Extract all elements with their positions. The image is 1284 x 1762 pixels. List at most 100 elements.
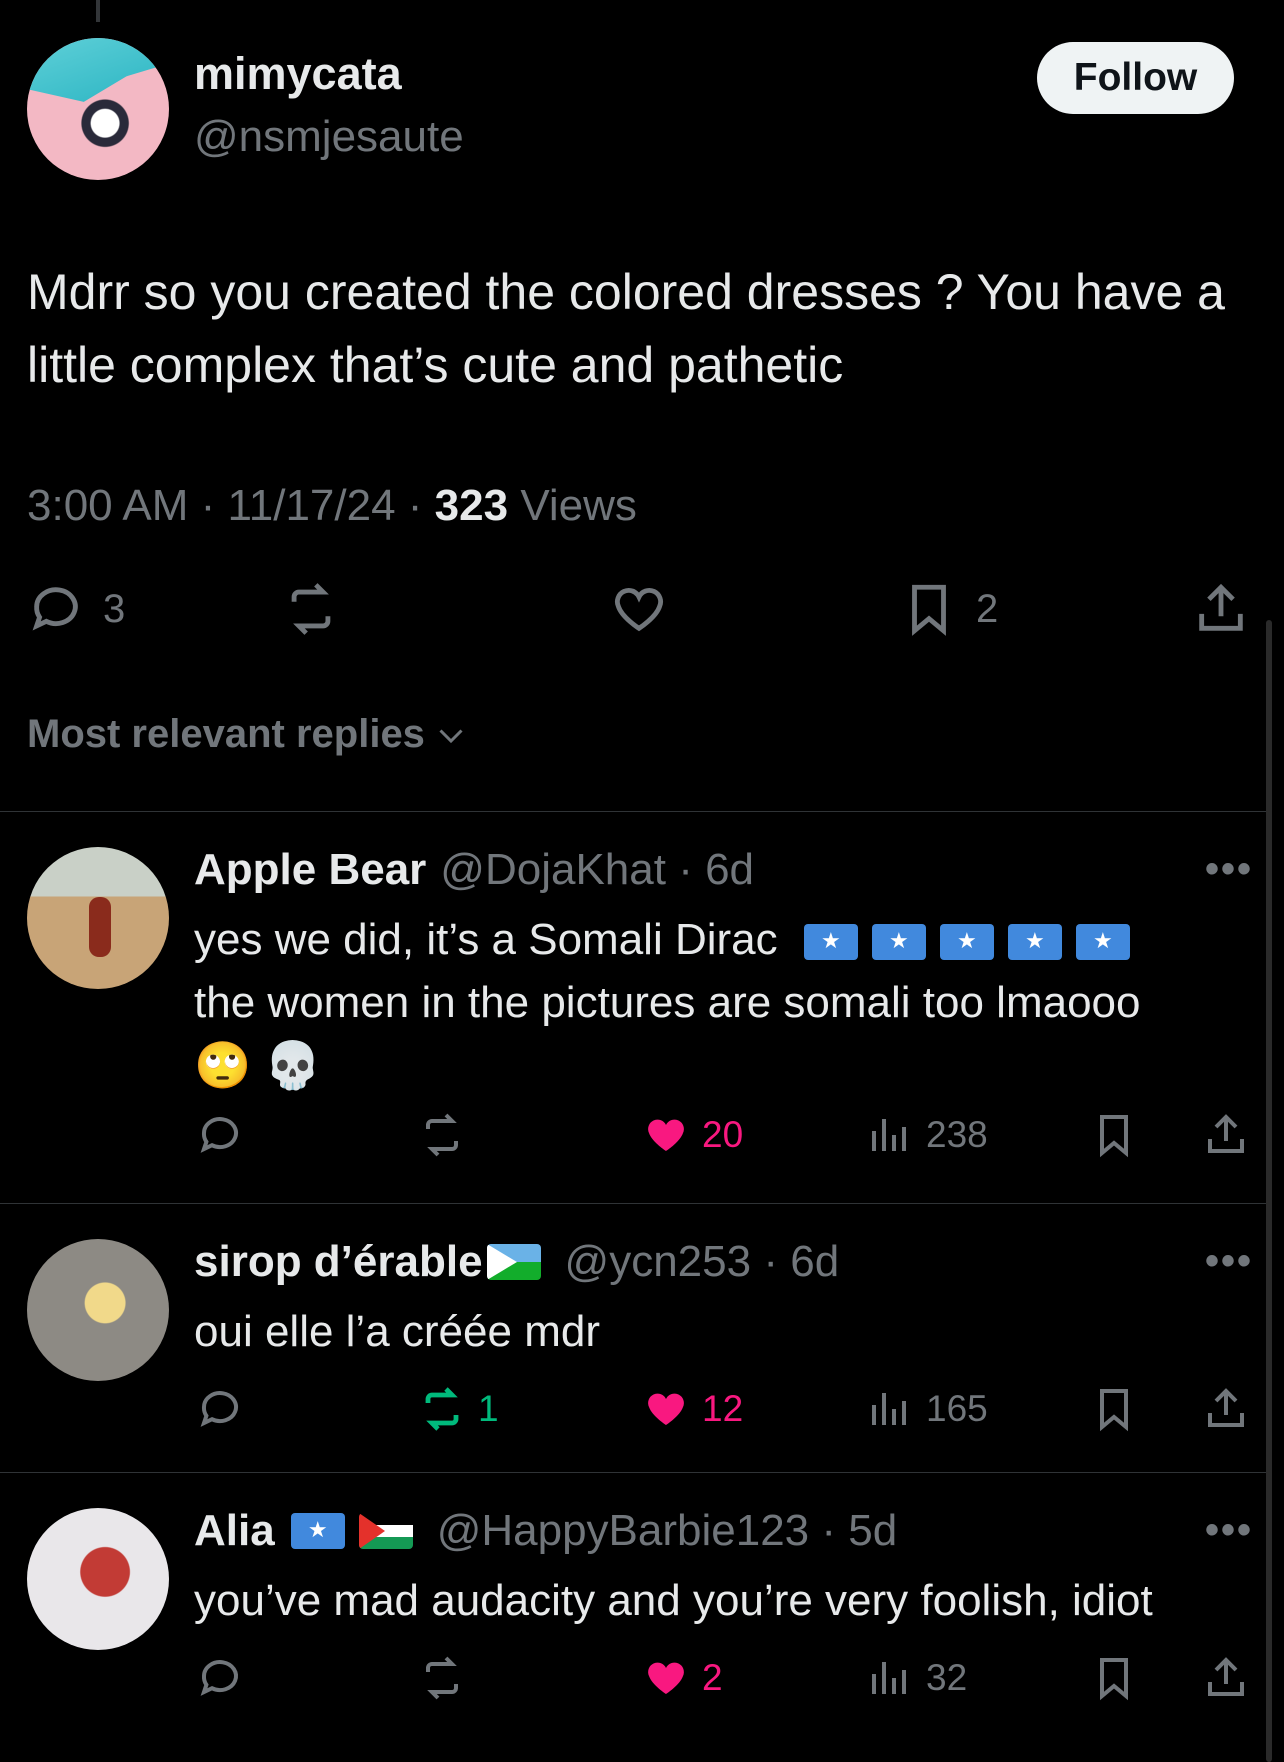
like-button[interactable] [610, 580, 668, 638]
divider [0, 1203, 1270, 1204]
reply-header: Alia @HappyBarbie123 · 5d [194, 1506, 897, 1556]
reply-text: you’ve mad audacity and you’re very fool… [194, 1576, 1153, 1625]
share-icon [1208, 1657, 1244, 1696]
share-button[interactable] [1202, 1111, 1250, 1159]
share-button[interactable] [1192, 580, 1250, 638]
reply-count: 3 [103, 586, 126, 631]
reply-author-name[interactable]: Apple Bear [194, 845, 426, 895]
heart-filled-icon [648, 1119, 684, 1151]
view-count: 165 [926, 1388, 988, 1429]
bookmark-icon [1100, 1115, 1128, 1158]
reply-author-name[interactable]: Alia [194, 1506, 275, 1556]
reply-avatar[interactable] [27, 1239, 169, 1381]
tweet-time[interactable]: 3:00 AM [27, 481, 188, 530]
like-count: 20 [702, 1114, 744, 1155]
bookmark-icon [1100, 1658, 1128, 1701]
like-button[interactable]: 2 [642, 1654, 723, 1702]
share-icon [1199, 583, 1243, 631]
divider [0, 1472, 1270, 1473]
reply-actions: 20 238 [0, 1111, 1270, 1161]
scrollbar[interactable] [1266, 620, 1272, 1762]
repost-button[interactable]: 1 [418, 1385, 499, 1433]
analytics-icon [872, 1662, 906, 1694]
share-button[interactable] [1202, 1654, 1250, 1702]
reply-button[interactable] [196, 1385, 244, 1433]
follow-button[interactable]: Follow [1037, 42, 1234, 114]
tweet-meta: 3:00 AM · 11/17/24 · 323 Views [27, 481, 637, 530]
views-count: 323 [434, 481, 509, 530]
divider [0, 811, 1270, 812]
chevron-down-icon [439, 728, 463, 743]
like-count: 12 [702, 1388, 744, 1429]
repost-icon [425, 1387, 459, 1431]
reply-author-handle[interactable]: @DojaKhat [440, 845, 666, 895]
repost-count: 1 [478, 1388, 499, 1429]
reply-author-handle[interactable]: @HappyBarbie123 [437, 1506, 809, 1556]
views-button[interactable]: 32 [866, 1654, 967, 1702]
tweet-text: Mdrr so you created the colored dresses … [27, 264, 1225, 393]
reply-header: Apple Bear @DojaKhat · 6d [194, 845, 755, 895]
repost-button[interactable] [418, 1111, 466, 1159]
djibouti-flag-emoji [486, 1244, 541, 1280]
repost-icon [291, 583, 331, 635]
repost-button[interactable] [282, 580, 340, 638]
reply-avatar[interactable] [27, 1508, 169, 1650]
heart-icon [614, 588, 664, 632]
bookmark-button[interactable] [1090, 1654, 1138, 1702]
reply-icon [200, 1391, 238, 1427]
somali-flag-emoji [290, 1513, 345, 1549]
heart-filled-icon [648, 1662, 684, 1694]
reply-icon [200, 1660, 238, 1696]
somali-flag-emoji [803, 915, 1144, 964]
more-options-icon[interactable]: ••• [1205, 1508, 1253, 1553]
reply-button[interactable]: 3 [27, 580, 125, 638]
more-options-icon[interactable]: ••• [1205, 847, 1253, 892]
tweet-thread-page: mimycata @nsmjesaute Follow Mdrr so you … [0, 0, 1284, 1762]
bookmark-icon [1100, 1389, 1128, 1432]
bookmark-button[interactable] [1090, 1385, 1138, 1433]
bookmark-button[interactable]: 2 [900, 580, 998, 638]
reply-age: 6d [705, 845, 755, 894]
reply-button[interactable] [196, 1654, 244, 1702]
views-button[interactable]: 165 [866, 1385, 988, 1433]
author-handle[interactable]: @nsmjesaute [194, 112, 464, 162]
view-count: 238 [926, 1114, 988, 1155]
like-button[interactable]: 12 [642, 1385, 743, 1433]
author-avatar[interactable] [27, 38, 169, 180]
bookmark-count: 2 [976, 586, 999, 631]
analytics-icon [872, 1119, 906, 1151]
reply-author-handle[interactable]: @ycn253 [565, 1237, 752, 1287]
repost-button[interactable] [418, 1654, 466, 1702]
repost-icon [426, 1113, 458, 1157]
reply-age: 6d [790, 1237, 840, 1286]
view-count: 32 [926, 1657, 968, 1698]
share-button[interactable] [1202, 1385, 1250, 1433]
tweet-actions: 3 2 [0, 580, 1284, 640]
reply-age: 5d [848, 1506, 898, 1555]
bookmark-icon [912, 584, 946, 636]
reply-icon [32, 587, 78, 631]
sort-label: Most relevant replies [27, 712, 425, 756]
reply-header: sirop d’érable @ycn253 · 6d [194, 1237, 840, 1287]
author-name[interactable]: mimycata [194, 48, 402, 100]
reply-avatar[interactable] [27, 847, 169, 989]
share-icon [1208, 1388, 1244, 1427]
share-icon [1208, 1114, 1244, 1153]
analytics-icon [872, 1393, 906, 1425]
emoji: 🙄 💀 [194, 1039, 322, 1091]
reply-actions: 1 12 165 [0, 1385, 1270, 1435]
reply-text: yes we did, it’s a Somali Dirac the wome… [194, 908, 1254, 1098]
tweet-date[interactable]: 11/17/24 [228, 481, 396, 530]
bookmark-button[interactable] [1090, 1111, 1138, 1159]
views-button[interactable]: 238 [866, 1111, 988, 1159]
like-button[interactable]: 20 [642, 1111, 743, 1159]
views-label: Views [520, 481, 637, 530]
reply-author-name[interactable]: sirop d’érable [194, 1237, 483, 1287]
heart-filled-icon [648, 1393, 684, 1425]
thread-connector [96, 0, 100, 22]
reply-text-line: yes we did, it’s a Somali Dirac [194, 915, 778, 964]
reply-button[interactable] [196, 1111, 244, 1159]
replies-sort-toggle[interactable]: Most relevant replies [27, 712, 469, 757]
more-options-icon[interactable]: ••• [1205, 1239, 1253, 1284]
palestine-flag-emoji [358, 1513, 413, 1549]
